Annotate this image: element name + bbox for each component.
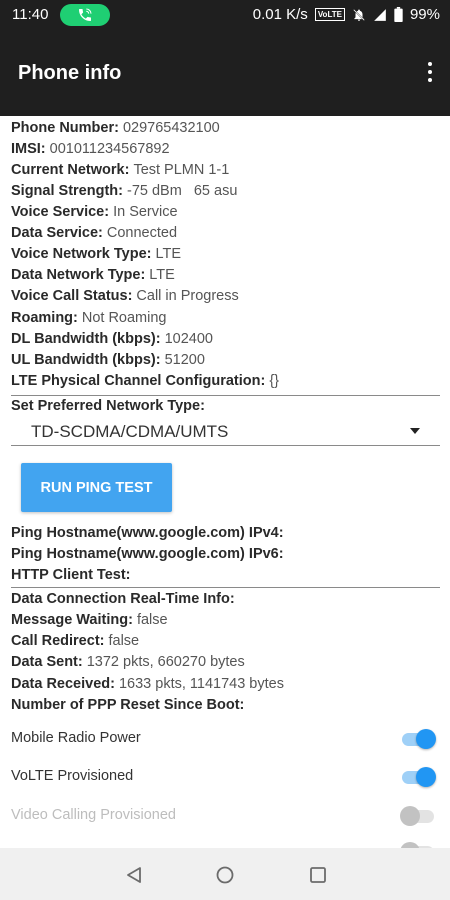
info-row-voice-network-type: Voice Network Type: LTE xyxy=(11,246,181,262)
preferred-network-label: Set Preferred Network Type: xyxy=(11,398,205,414)
run-ping-test-button[interactable]: RUN PING TEST xyxy=(21,463,172,512)
info-row-data-sent: Data Sent: 1372 pkts, 660270 bytes xyxy=(11,654,245,670)
info-row-data-network-type: Data Network Type: LTE xyxy=(11,267,175,283)
info-row-voice-call-status: Voice Call Status: Call in Progress xyxy=(11,288,239,304)
info-row-imsi: IMSI: 001011234567892 xyxy=(11,141,170,157)
status-time: 11:40 xyxy=(12,6,49,23)
home-icon[interactable] xyxy=(214,864,236,886)
info-row-dl-bandwidth: DL Bandwidth (kbps): 102400 xyxy=(11,331,213,347)
divider xyxy=(11,395,440,396)
more-vert-icon[interactable] xyxy=(420,58,440,88)
battery-percent: 99% xyxy=(409,6,440,23)
volte-badge: VoLTE xyxy=(314,8,345,21)
recents-icon[interactable] xyxy=(307,864,329,886)
network-speed: 0.01 K/s xyxy=(252,6,308,23)
info-row-signal-strength: Signal Strength: -75 dBm 65 asu xyxy=(11,183,238,199)
info-row-phone-number: Phone Number: 029765432100 xyxy=(11,120,220,136)
info-row-ul-bandwidth: UL Bandwidth (kbps): 51200 xyxy=(11,352,205,368)
setting-mobile-radio-power[interactable]: Mobile Radio Power xyxy=(11,725,440,753)
setting-next-partial xyxy=(11,838,440,848)
mute-icon xyxy=(353,8,365,21)
info-row-http-client-test: HTTP Client Test: xyxy=(11,567,131,583)
page-title: Phone info xyxy=(18,62,122,84)
info-row-ppp-reset: Number of PPP Reset Since Boot: xyxy=(11,697,245,713)
dropdown-underline xyxy=(11,445,440,446)
info-row-roaming: Roaming: Not Roaming xyxy=(11,310,167,326)
divider xyxy=(11,587,440,588)
info-row-data-service: Data Service: Connected xyxy=(11,225,178,241)
info-row-ping-ipv6: Ping Hostname(www.google.com) IPv6: xyxy=(11,546,284,562)
setting-video-calling-provisioned: Video Calling Provisioned xyxy=(11,802,440,830)
info-row-lte-channel-config: LTE Physical Channel Configuration:{} xyxy=(11,373,279,389)
video-calling-provisioned-switch xyxy=(400,806,436,826)
info-row-data-received: Data Received: 1633 pkts, 1141743 bytes xyxy=(11,676,284,692)
signal-icon xyxy=(374,8,386,21)
app-bar: Phone info xyxy=(0,30,450,116)
info-row-voice-service: Voice Service: In Service xyxy=(11,204,178,220)
mobile-radio-power-switch[interactable] xyxy=(400,729,436,749)
preferred-network-value: TD-SCDMA/CDMA/UMTS xyxy=(31,422,229,441)
back-icon[interactable] xyxy=(123,864,145,886)
info-row-current-network: Current Network: Test PLMN 1-1 xyxy=(11,162,230,178)
setting-volte-provisioned[interactable]: VoLTE Provisioned xyxy=(11,763,440,791)
dropdown-arrow-icon xyxy=(410,428,420,434)
volte-provisioned-switch[interactable] xyxy=(400,767,436,787)
info-row-ping-ipv4: Ping Hostname(www.google.com) IPv4: xyxy=(11,525,284,541)
info-row-message-waiting: Message Waiting: false xyxy=(11,612,168,628)
status-bar: 11:40 0.01 K/s VoLTE 99% xyxy=(0,0,450,30)
ongoing-call-pill[interactable] xyxy=(60,4,110,26)
preferred-network-dropdown[interactable]: TD-SCDMA/CDMA/UMTS xyxy=(11,416,440,446)
info-row-call-redirect: Call Redirect: false xyxy=(11,633,140,649)
phone-call-icon xyxy=(79,8,92,21)
info-row-data-connection-info: Data Connection Real-Time Info: xyxy=(11,591,235,607)
battery-icon xyxy=(394,7,403,22)
phone-info-content[interactable]: Phone Number: 029765432100 IMSI: 001011234… xyxy=(0,116,450,848)
navigation-bar xyxy=(0,848,450,900)
